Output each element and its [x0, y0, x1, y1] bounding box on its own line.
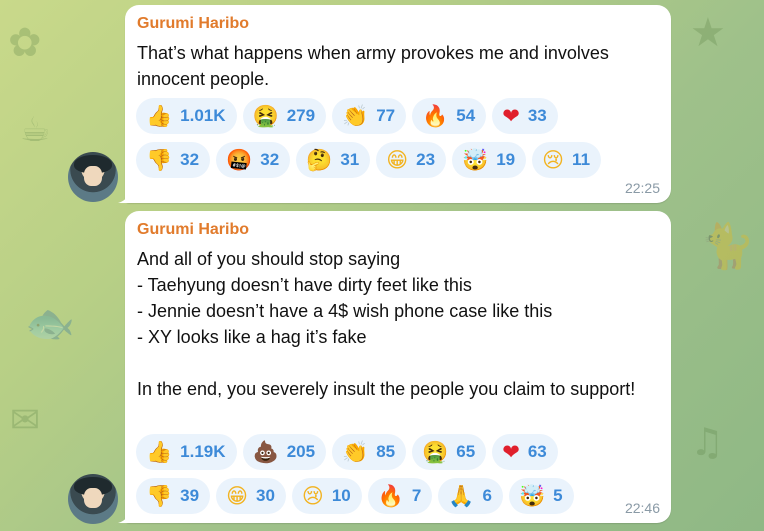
reaction-chip[interactable]: 👎 32: [136, 142, 211, 178]
reaction-count: 32: [180, 150, 200, 169]
reaction-count: 63: [527, 442, 547, 461]
background-doodle-icon: ✿: [8, 20, 42, 66]
sender-name[interactable]: Gurumi Haribo: [137, 221, 249, 239]
vomit-face-icon: 🤮: [252, 103, 279, 128]
reaction-count: 5: [553, 486, 563, 505]
background-doodle-icon: 🐈: [700, 221, 755, 272]
reaction-count: 11: [572, 150, 591, 169]
crying-face-icon: 😢: [542, 147, 565, 172]
reaction-count: 65: [456, 442, 476, 461]
bubble-tail: [118, 189, 132, 203]
crying-face-icon: 😢: [301, 483, 324, 508]
bubble-tail: [118, 509, 132, 523]
reaction-chip[interactable]: 😁 30: [216, 478, 286, 514]
reaction-count: 19: [496, 150, 516, 169]
reaction-count: 33: [527, 106, 547, 125]
reaction-row: 👎 39 😁 30 😢 10 🔥 7 🙏 6 🤯 5: [136, 478, 574, 514]
reaction-count: 85: [376, 442, 396, 461]
reactions: 👍 1.19K 💩 205 👏 85 🤮 65 ❤ 63 👎 39 😁 30 😢 10 🔥 7 🙏 6 🤯 5: [136, 434, 574, 522]
background-doodle-icon: ♫: [690, 420, 725, 464]
reaction-count: 32: [260, 150, 280, 169]
background-doodle-icon: ☕: [20, 110, 51, 150]
reaction-chip[interactable]: 🤯 19: [452, 142, 527, 178]
cursing-face-icon: 🤬: [226, 147, 253, 172]
fire-icon: 🔥: [377, 483, 404, 508]
reaction-count: 6: [482, 486, 492, 505]
grinning-face-icon: 😁: [386, 147, 409, 172]
thumbs-up-icon: 👍: [146, 439, 173, 464]
reaction-chip[interactable]: 😢 10: [291, 478, 362, 514]
reaction-count: 77: [376, 106, 396, 125]
reaction-row: 👍 1.01K 🤮 279 👏 77 🔥 54 ❤ 33: [136, 98, 601, 134]
reaction-chip[interactable]: 😢 11: [532, 142, 602, 178]
reaction-count: 205: [286, 442, 316, 461]
reaction-count: 1.19K: [180, 442, 226, 461]
reaction-chip[interactable]: 👍 1.01K: [136, 98, 237, 134]
reaction-chip[interactable]: ❤ 33: [492, 98, 558, 134]
reaction-count: 31: [340, 150, 360, 169]
background-doodle-icon: ★: [690, 10, 726, 56]
reaction-chip[interactable]: 😁 23: [376, 142, 447, 178]
reaction-chip[interactable]: 💩 205: [242, 434, 327, 470]
grinning-face-icon: 😁: [226, 483, 248, 508]
reaction-count: 30: [255, 486, 275, 505]
clap-icon: 👏: [342, 439, 369, 464]
reaction-count: 39: [180, 486, 200, 505]
message-bubble[interactable]: Gurumi Haribo And all of you should stop…: [118, 211, 671, 523]
reaction-chip[interactable]: 🙏 6: [438, 478, 503, 514]
fire-icon: 🔥: [422, 103, 449, 128]
reaction-chip[interactable]: 🔥 7: [367, 478, 433, 514]
reaction-chip[interactable]: 👍 1.19K: [136, 434, 237, 470]
message-bubble[interactable]: Gurumi Haribo That’s what happens when a…: [118, 5, 671, 203]
sender-name[interactable]: Gurumi Haribo: [137, 15, 249, 33]
message-time: 22:25: [624, 180, 660, 196]
background-doodle-icon: ✉: [10, 400, 41, 441]
reaction-count: 54: [456, 106, 476, 125]
reaction-chip[interactable]: 🤯 5: [508, 478, 574, 514]
reaction-row: 👍 1.19K 💩 205 👏 85 🤮 65 ❤ 63: [136, 434, 574, 470]
reaction-count: 7: [411, 486, 422, 505]
reaction-count: 1.01K: [180, 106, 226, 125]
reaction-chip[interactable]: 👎 39: [136, 478, 211, 514]
reaction-chip[interactable]: 👏 85: [332, 434, 407, 470]
exploding-head-icon: 🤯: [462, 147, 489, 172]
reaction-chip[interactable]: 🔥 54: [412, 98, 487, 134]
reaction-count: 23: [416, 150, 436, 169]
folded-hands-icon: 🙏: [448, 483, 475, 508]
clap-icon: 👏: [342, 103, 369, 128]
reaction-count: 10: [331, 486, 351, 505]
reactions: 👍 1.01K 🤮 279 👏 77 🔥 54 ❤ 33 👎 32 🤬 32 🤔 31 😁 23 🤯 19 😢 11: [136, 98, 602, 186]
exploding-head-icon: 🤯: [518, 483, 546, 508]
reaction-chip[interactable]: ❤ 63: [492, 434, 558, 470]
thumbs-up-icon: 👍: [146, 103, 173, 128]
background-doodle-icon: 🐟: [25, 301, 75, 347]
heart-icon: ❤: [502, 439, 520, 464]
message-text: That’s what happens when army provokes m…: [137, 43, 614, 89]
thumbs-down-icon: 👎: [146, 483, 173, 508]
thumbs-down-icon: 👎: [146, 147, 173, 172]
reaction-chip[interactable]: 👏 77: [332, 98, 407, 134]
message-time: 22:46: [624, 500, 660, 516]
heart-icon: ❤: [502, 103, 520, 128]
reaction-count: 279: [286, 106, 316, 125]
reaction-row: 👎 32 🤬 32 🤔 31 😁 23 🤯 19 😢 11: [136, 142, 602, 178]
reaction-chip[interactable]: 🤮 279: [242, 98, 327, 134]
vomit-face-icon: 🤮: [422, 439, 449, 464]
avatar[interactable]: [68, 474, 118, 524]
reaction-chip[interactable]: 🤔 31: [296, 142, 371, 178]
reaction-chip[interactable]: 🤬 32: [216, 142, 291, 178]
avatar[interactable]: [68, 152, 118, 202]
message-text: And all of you should stop saying - Taeh…: [137, 249, 636, 399]
thinking-face-icon: 🤔: [306, 147, 333, 172]
poop-icon: 💩: [252, 439, 279, 464]
reaction-chip[interactable]: 🤮 65: [412, 434, 487, 470]
